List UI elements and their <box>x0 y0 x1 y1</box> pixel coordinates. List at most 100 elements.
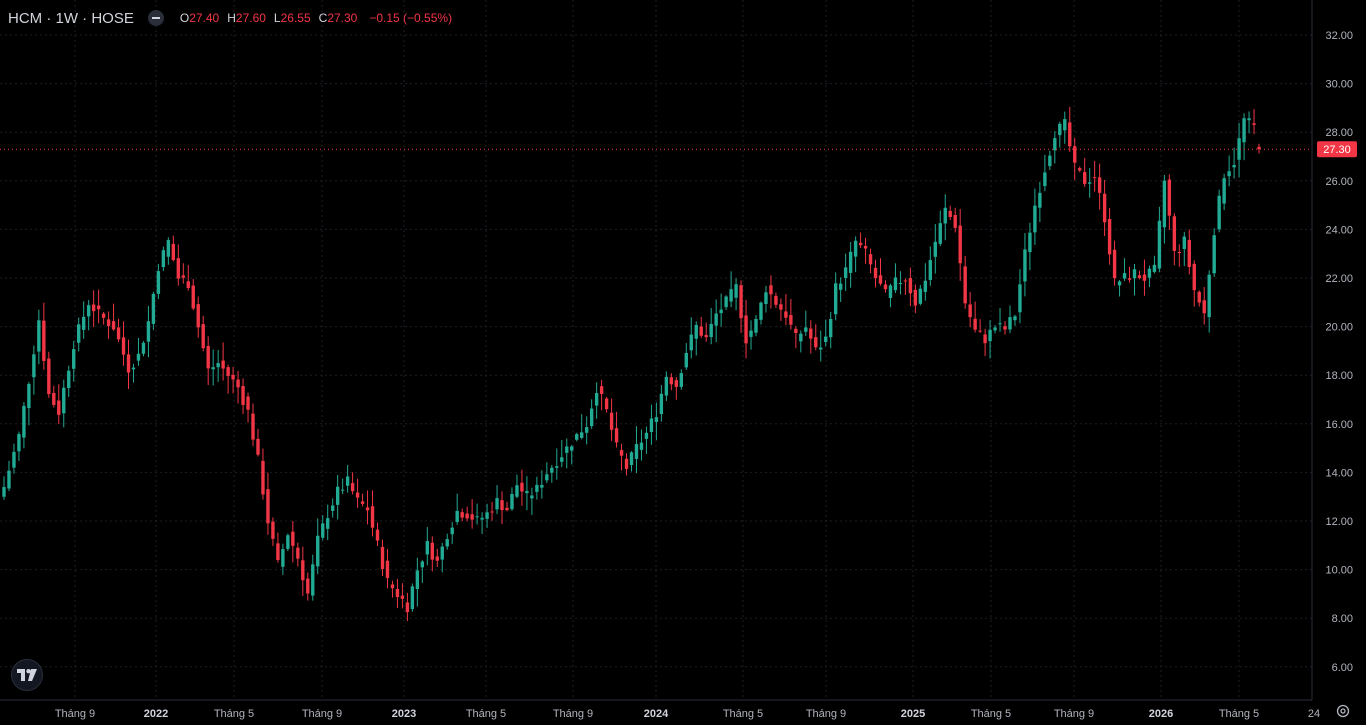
candle[interactable] <box>1217 189 1221 233</box>
candle-body <box>340 489 345 491</box>
candle-body <box>62 387 66 414</box>
candle-body <box>86 305 91 317</box>
candle-body <box>1073 146 1077 163</box>
candle-body <box>794 328 798 334</box>
y-tick-label: 14.00 <box>1325 467 1353 479</box>
candle-body <box>32 354 36 378</box>
candle-body <box>1038 192 1042 208</box>
candle-body <box>649 418 654 433</box>
candle-body <box>699 326 703 336</box>
low-value: L26.55 <box>273 11 311 25</box>
candle-body <box>256 438 260 455</box>
candle-body <box>365 507 370 511</box>
candle-body <box>983 334 987 344</box>
candle-body <box>754 318 758 333</box>
candle-body <box>1207 274 1211 318</box>
x-tick-label: 2024 <box>644 708 669 720</box>
x-tick-label: Tháng 9 <box>55 708 95 720</box>
candle-body <box>455 510 459 523</box>
candle-body <box>878 275 883 284</box>
candle-body <box>1003 326 1007 330</box>
y-tick-label: 10.00 <box>1325 565 1353 577</box>
candle-body <box>515 485 519 497</box>
candle-body <box>470 514 474 520</box>
candle-body <box>410 586 415 610</box>
candle-body <box>888 285 893 298</box>
candlestick-chart[interactable]: 32.00 30.00 28.00 26.00 24.00 22.00 20.00 18.00… <box>0 0 1366 725</box>
candle-body <box>355 492 360 498</box>
y-tick-label: 16.00 <box>1325 419 1353 431</box>
candle-body <box>1112 249 1117 279</box>
candle-body <box>91 304 96 312</box>
candle-body <box>858 242 863 246</box>
candle-body <box>799 333 803 342</box>
candle-body <box>545 474 549 481</box>
candle-body <box>1172 216 1177 251</box>
candle-body <box>1033 205 1037 233</box>
candle-body <box>1068 122 1072 147</box>
candle-body <box>286 535 290 549</box>
x-tick-label: Tháng 9 <box>806 708 846 720</box>
candle-body <box>37 320 41 352</box>
candle-body <box>993 327 997 331</box>
candle-body <box>843 267 848 278</box>
candle-body <box>809 328 813 339</box>
x-tick-label: Tháng 5 <box>466 708 506 720</box>
candle-body <box>121 337 126 355</box>
candle-body <box>988 329 992 342</box>
x-tick-label: Tháng 5 <box>723 708 763 720</box>
chart-legend: HCM · 1W · HOSE O27.40 H27.60 L26.55 C27… <box>8 8 452 28</box>
x-tick-label: Tháng 9 <box>1054 708 1094 720</box>
candle-body <box>216 363 220 368</box>
candle-body <box>684 352 688 368</box>
candle-body <box>873 267 878 279</box>
candle[interactable] <box>410 583 415 612</box>
candle-body <box>709 324 713 337</box>
x-tick-label: Tháng 9 <box>553 708 593 720</box>
candle-body <box>853 240 858 257</box>
y-tick-label: 8.00 <box>1332 613 1353 625</box>
candle-body <box>166 240 171 257</box>
collapse-legend-button[interactable] <box>147 10 164 26</box>
candle-body <box>1127 278 1132 280</box>
candle-body <box>67 370 71 389</box>
candle-body <box>1087 182 1092 184</box>
y-tick-label: 28.00 <box>1325 127 1353 139</box>
candle-body <box>211 367 215 370</box>
candle-body <box>395 588 400 598</box>
candle-body <box>510 493 514 510</box>
candle-body <box>101 313 106 318</box>
candle[interactable] <box>1212 228 1216 277</box>
candle-body <box>480 517 484 520</box>
candle-body <box>1063 119 1067 131</box>
candle[interactable] <box>47 351 51 398</box>
candle-body <box>17 434 21 452</box>
candle-body <box>81 316 86 330</box>
candle-body <box>136 353 141 361</box>
candle-body <box>604 398 609 410</box>
symbol-title[interactable]: HCM · 1W · HOSE <box>8 10 134 27</box>
x-tick-label: Tháng 5 <box>1219 708 1259 720</box>
y-tick-label: 24.00 <box>1325 224 1353 236</box>
candle-body <box>759 302 763 320</box>
tradingview-logo[interactable] <box>11 659 43 691</box>
candle-body <box>1058 123 1062 136</box>
candle-body <box>948 210 952 217</box>
candle-body <box>903 280 908 282</box>
candle-body <box>330 505 335 511</box>
candle-body <box>236 379 240 388</box>
candle-body <box>206 346 210 369</box>
close-value: C27.30 <box>318 11 358 25</box>
candle[interactable] <box>286 533 290 552</box>
candle-body <box>1018 284 1022 313</box>
candle-body <box>131 367 136 370</box>
candle-body <box>804 327 808 332</box>
candle-body <box>938 223 942 244</box>
y-tick-label: 18.00 <box>1325 370 1353 382</box>
gear-icon[interactable] <box>1334 702 1352 720</box>
y-tick-label: 30.00 <box>1325 79 1353 91</box>
candle-body <box>689 334 693 351</box>
candle-body <box>848 251 853 273</box>
x-tick-label: 2023 <box>392 708 416 720</box>
x-tick-label: 2026 <box>1149 708 1173 720</box>
